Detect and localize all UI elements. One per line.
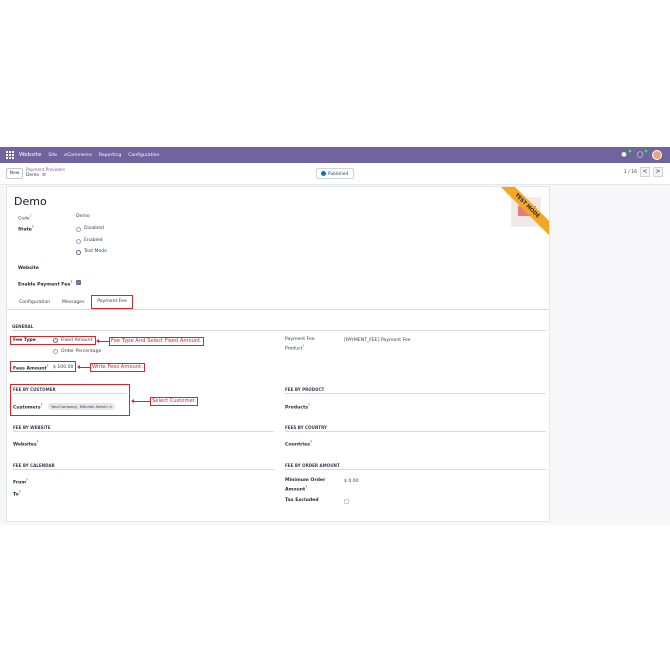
fee-type-annotation: Fee Type And Select Fixed Amount. bbox=[109, 337, 204, 346]
ribbon-label: TEST MODE bbox=[495, 187, 549, 240]
customers-label: Customers? bbox=[13, 403, 43, 411]
fee-product-label-1: Payment Fee bbox=[285, 337, 315, 342]
control-panel: New Payment Providers Demo ⚙ Published 1… bbox=[0, 163, 670, 185]
code-value[interactable]: Demo bbox=[76, 214, 90, 219]
website-label: Website bbox=[18, 266, 39, 271]
fee-type-arrow bbox=[96, 339, 109, 343]
countries-label: Countries? bbox=[285, 440, 312, 448]
fees-amount-input[interactable]: $ 100.00 bbox=[53, 365, 73, 370]
min-order-label-1: Minimum Order bbox=[285, 478, 326, 483]
products-label: Products? bbox=[285, 403, 310, 411]
pager-value[interactable]: 1 / 16 bbox=[624, 170, 637, 175]
by-order-amount-divider bbox=[285, 469, 546, 470]
customer-tag[interactable]: YourCompany, Mitchell Admin × bbox=[48, 403, 116, 410]
min-order-input[interactable]: $ 0.00 bbox=[344, 479, 359, 484]
min-order-label-2: Amount? bbox=[285, 485, 308, 493]
activity-icon[interactable]: ◯ bbox=[636, 151, 644, 159]
by-product-header: FEE BY PRODUCT bbox=[285, 387, 325, 392]
general-divider bbox=[12, 330, 546, 331]
gear-icon[interactable]: ⚙ bbox=[42, 173, 46, 178]
chat-icon[interactable]: ● bbox=[620, 151, 628, 159]
by-country-header: FEES BY COUNTRY bbox=[285, 425, 327, 430]
fee-type-radio-percentage[interactable] bbox=[53, 349, 58, 354]
tabs-divider bbox=[7, 309, 549, 310]
customer-arrow bbox=[131, 399, 150, 403]
fees-amount-label: Fees Amount? bbox=[13, 364, 49, 372]
general-header: GENERAL bbox=[12, 324, 34, 329]
state-option-enabled: Enabled bbox=[84, 238, 103, 243]
to-label: To? bbox=[13, 490, 21, 498]
menu-configuration[interactable]: Configuration bbox=[128, 153, 159, 158]
top-navbar: Website Site eCommerce Reporting Configu… bbox=[0, 147, 670, 163]
state-radio-disabled[interactable] bbox=[76, 227, 81, 232]
apps-menu-icon[interactable] bbox=[6, 151, 14, 159]
from-label: From? bbox=[13, 478, 28, 486]
pager-next-button[interactable]: > bbox=[653, 167, 663, 177]
published-button[interactable]: Published bbox=[316, 168, 354, 179]
menu-ecommerce[interactable]: eCommerce bbox=[64, 153, 92, 158]
by-customer-divider bbox=[13, 393, 127, 394]
by-website-divider bbox=[13, 431, 274, 432]
state-label: State? bbox=[18, 225, 34, 233]
fee-type-option-percentage: Order Percentage bbox=[61, 349, 102, 354]
code-label: Code? bbox=[18, 214, 32, 222]
form-sheet: TEST MODE Demo Code? Demo State? Disable… bbox=[6, 186, 550, 522]
state-option-test-mode: Test Mode bbox=[84, 249, 108, 254]
fee-type-label: Fee Type bbox=[13, 338, 36, 343]
state-radio-enabled[interactable] bbox=[76, 239, 81, 244]
menu-site[interactable]: Site bbox=[48, 153, 57, 158]
enable-fee-checkbox[interactable]: ✓ bbox=[76, 280, 81, 285]
state-radio-test-mode[interactable] bbox=[76, 250, 81, 255]
tab-payment-fee[interactable]: Payment Fee bbox=[91, 295, 133, 309]
by-calendar-header: FEE BY CALENDAR bbox=[13, 463, 55, 468]
tax-excluded-checkbox[interactable] bbox=[344, 499, 349, 504]
websites-label: Websites? bbox=[13, 440, 39, 448]
tax-excluded-label: Tax Excluded bbox=[285, 498, 319, 503]
fee-type-option-fixed: Fixed Amount bbox=[61, 338, 93, 343]
published-label: Published bbox=[328, 170, 349, 176]
customer-annotation: Select Customer. bbox=[150, 397, 199, 406]
breadcrumb-current: Demo bbox=[26, 173, 40, 178]
pager: 1 / 16 < > bbox=[624, 167, 663, 177]
test-mode-ribbon: TEST MODE bbox=[495, 187, 549, 243]
by-customer-header: FEE BY CUSTOMER bbox=[13, 387, 56, 392]
tag-remove-icon[interactable]: × bbox=[109, 404, 112, 409]
new-button[interactable]: New bbox=[6, 168, 23, 179]
globe-icon bbox=[321, 171, 326, 176]
fee-type-radio-fixed[interactable] bbox=[53, 338, 58, 343]
user-avatar[interactable] bbox=[652, 150, 662, 160]
chat-badge: 6 bbox=[628, 149, 632, 153]
fees-amount-arrow bbox=[77, 365, 90, 369]
fee-product-label-2: Product? bbox=[285, 344, 305, 352]
fees-amount-annotation: Write Fees Amount. bbox=[90, 363, 145, 372]
by-product-divider bbox=[285, 393, 546, 394]
by-order-amount-header: FEE BY ORDER AMOUNT bbox=[285, 463, 340, 468]
by-website-header: FEE BY WEBSITE bbox=[13, 425, 51, 430]
state-option-disabled: Disabled bbox=[84, 226, 104, 231]
menu-reporting[interactable]: Reporting bbox=[99, 153, 121, 158]
pager-prev-button[interactable]: < bbox=[640, 167, 650, 177]
activity-badge: 5 bbox=[644, 149, 648, 153]
by-calendar-divider bbox=[13, 469, 274, 470]
enable-fee-label: Enable Payment Fee? bbox=[18, 280, 73, 288]
app-brand[interactable]: Website bbox=[19, 152, 41, 158]
by-country-divider bbox=[285, 431, 546, 432]
record-title[interactable]: Demo bbox=[14, 195, 47, 208]
fee-product-input[interactable]: [PAYMENT_FEE] Payment Fee bbox=[344, 338, 411, 343]
tab-configuration[interactable]: Configuration bbox=[19, 300, 50, 305]
tab-messages[interactable]: Messages bbox=[62, 300, 85, 305]
breadcrumb-parent[interactable]: Payment Providers bbox=[26, 167, 65, 172]
